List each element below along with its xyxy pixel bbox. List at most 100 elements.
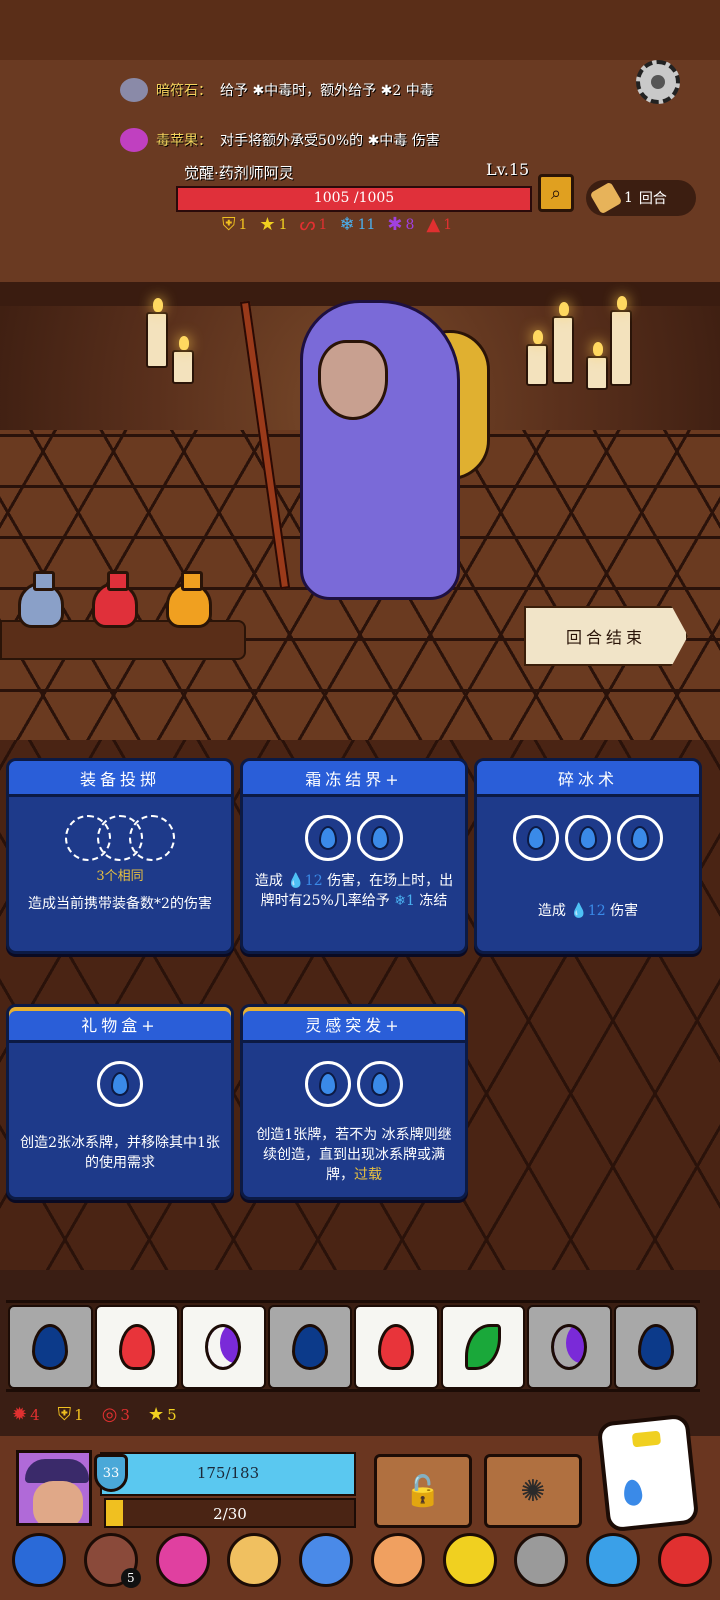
enemy-status-2[interactable]: ᔕ1 bbox=[299, 214, 327, 236]
fruit-desc: 对手将额外承受50%的 ✱中毒 伤害 bbox=[220, 133, 440, 149]
round-label: 回合 bbox=[638, 191, 667, 207]
fruit-info: 毒苹果： 对手将额外承受50%的 ✱中毒 伤害 bbox=[120, 122, 560, 158]
water-drop-icon bbox=[371, 826, 389, 850]
crystal-relic-icon[interactable] bbox=[586, 1533, 641, 1587]
empty-slot bbox=[129, 815, 175, 861]
card-desc: 创造2张冰系牌，并移除其中1张的使用需求 bbox=[20, 1135, 220, 1171]
card-frost-barrier[interactable]: 霜冻结界+ 造成 💧12 伤害，在场上时，出牌时有25%几率给予 ❄1 冻结 bbox=[240, 758, 468, 954]
player-status-0[interactable]: ✹ 4 bbox=[12, 1404, 40, 1426]
ceiling bbox=[0, 0, 720, 60]
amulet-relic-icon[interactable] bbox=[12, 1533, 66, 1587]
potion-slot-3[interactable] bbox=[166, 571, 212, 628]
chain-relic-icon[interactable] bbox=[442, 1533, 497, 1587]
freeze-value: ❄1 bbox=[394, 893, 415, 909]
top-info: 暗符石： 给予 ✱中毒时，额外给予 ✱2 中毒 毒苹果： 对手将额外承受50%的… bbox=[120, 72, 560, 172]
overload-keyword: 过载 bbox=[354, 1167, 382, 1183]
pink-blob-relic-icon[interactable] bbox=[155, 1533, 210, 1587]
candle bbox=[172, 336, 194, 384]
die-moon[interactable] bbox=[527, 1305, 612, 1389]
card-ice-shatter[interactable]: 碎冰术 造成 💧12 伤害 bbox=[474, 758, 702, 954]
candle bbox=[526, 330, 548, 386]
enemy-status-5[interactable]: ▲ 1 bbox=[426, 214, 452, 236]
die-fire[interactable] bbox=[354, 1305, 439, 1389]
die-water[interactable] bbox=[8, 1305, 93, 1389]
player-exp-bar: 2/30 bbox=[104, 1498, 356, 1528]
die-moon[interactable] bbox=[181, 1305, 266, 1389]
die-water[interactable] bbox=[613, 1305, 698, 1389]
water-drop-icon bbox=[371, 1072, 389, 1096]
water-drop-icon: 💧 bbox=[287, 873, 305, 889]
flame-icon: ▲ bbox=[426, 214, 441, 235]
button-relic-icon[interactable]: 5 bbox=[83, 1533, 141, 1588]
player-status-1[interactable]: ⛨ 1 bbox=[58, 1404, 84, 1426]
slot-requirement: 3个相同 bbox=[96, 869, 144, 884]
player-status-2[interactable]: ◎ 3 bbox=[102, 1404, 130, 1426]
leaf-icon bbox=[464, 1324, 501, 1370]
roll-dice-button[interactable] bbox=[596, 1413, 700, 1533]
card-title: 碎冰术 bbox=[477, 761, 699, 797]
die-leaf[interactable] bbox=[440, 1305, 525, 1389]
player-status-row: ✹ 4 ⛨ 1 ◎ 3 ★ 5 bbox=[12, 1404, 177, 1426]
lock-dice-button[interactable]: 🔓 bbox=[374, 1454, 472, 1528]
candle bbox=[552, 302, 574, 384]
end-turn-button[interactable]: 回合结束 bbox=[524, 606, 688, 666]
fruit-name: 毒苹果： bbox=[156, 133, 212, 149]
die-water[interactable] bbox=[267, 1305, 352, 1389]
enemy-status-3[interactable]: ❄ 11 bbox=[339, 214, 375, 236]
settings-gear-icon[interactable] bbox=[636, 60, 680, 104]
spiral-icon: ◎ bbox=[101, 1404, 118, 1425]
potion-slot-2[interactable] bbox=[92, 571, 138, 628]
fire-relic-icon[interactable] bbox=[657, 1533, 712, 1587]
cube-relic-icon[interactable] bbox=[227, 1533, 282, 1587]
armor-value: 33 bbox=[102, 1465, 120, 1481]
card-desc: 造成当前携带装备数*2的伤害 bbox=[28, 896, 212, 912]
enemy-status-0[interactable]: ⛨ 1 bbox=[222, 214, 247, 236]
water-slot bbox=[565, 815, 611, 861]
rune-stone-icon bbox=[120, 78, 148, 102]
damage-value: 12 bbox=[587, 903, 606, 919]
poison-icon: ✱ bbox=[387, 214, 403, 235]
lock-icon: 🔓 bbox=[404, 1473, 442, 1509]
enemy-status-1[interactable]: ★ 1 bbox=[259, 214, 287, 236]
enemy-hp-text: 1005 /1005 bbox=[313, 190, 395, 206]
inspect-button[interactable]: ⌕ bbox=[538, 174, 574, 212]
player-exp-text: 2/30 bbox=[213, 1505, 247, 1523]
player-status-3[interactable]: ★ 5 bbox=[148, 1404, 177, 1426]
armor-shield-icon: 33 bbox=[94, 1454, 128, 1492]
scroll-icon bbox=[589, 181, 623, 215]
frost-icon: ❄ bbox=[339, 214, 355, 235]
water-slot bbox=[357, 1061, 403, 1107]
status-value: 1 bbox=[238, 217, 248, 233]
potion-slot-1[interactable] bbox=[18, 571, 64, 628]
card-slots bbox=[9, 1061, 231, 1107]
fire-icon bbox=[118, 1324, 155, 1370]
damage-value: 12 bbox=[304, 873, 323, 889]
status-value: 3 bbox=[120, 1406, 130, 1424]
ring-relic-icon[interactable] bbox=[370, 1533, 425, 1587]
card-gift-box[interactable]: 礼物盒+ 创造2张冰系牌，并移除其中1张的使用需求 bbox=[6, 1004, 234, 1200]
player-hp-bar: 175/183 bbox=[100, 1452, 356, 1496]
staff bbox=[239, 300, 291, 590]
shield-icon: ⛨ bbox=[222, 214, 236, 235]
water-drop-icon bbox=[111, 1072, 129, 1096]
reroll-button[interactable]: ✺ bbox=[484, 1454, 582, 1528]
player-hp-text: 175/183 bbox=[196, 1464, 260, 1482]
blue-bird-relic-icon[interactable] bbox=[299, 1533, 354, 1587]
ghost-relic-icon[interactable] bbox=[514, 1533, 569, 1587]
die-fire[interactable] bbox=[94, 1305, 179, 1389]
fire-icon bbox=[378, 1324, 415, 1370]
witch-face bbox=[318, 340, 388, 420]
water-icon bbox=[637, 1324, 674, 1370]
enemy-name: 觉醒·药剂师阿灵 bbox=[184, 164, 294, 182]
enemy-sprite[interactable] bbox=[220, 300, 500, 610]
status-value: 1 bbox=[443, 217, 453, 233]
player-avatar[interactable] bbox=[16, 1450, 92, 1526]
desc-text: 造成 bbox=[537, 903, 571, 919]
water-slot bbox=[97, 1061, 143, 1107]
card-slots bbox=[9, 815, 231, 861]
hat bbox=[25, 1459, 89, 1483]
enemy-status-4[interactable]: ✱ 8 bbox=[387, 214, 414, 236]
card-equipment-throw[interactable]: 装备投掷 3个相同 造成当前携带装备数*2的伤害 bbox=[6, 758, 234, 954]
water-icon bbox=[32, 1324, 69, 1370]
card-inspiration[interactable]: 灵感突发+ 创造1张牌，若不为 冰系牌则继续创造，直到出现冰系牌或满牌，过载 bbox=[240, 1004, 468, 1200]
